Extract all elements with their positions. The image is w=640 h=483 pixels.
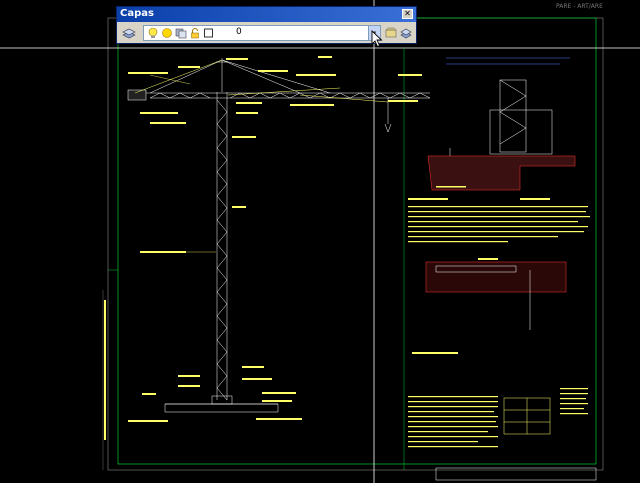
crane-ropes [134, 59, 389, 103]
cad-drawing-canvas[interactable] [0, 0, 640, 483]
layer-states-icon[interactable] [175, 27, 187, 39]
drawing-status-text: PARE - ART/ARE [556, 3, 603, 10]
lock-icon[interactable] [189, 27, 201, 39]
close-button[interactable]: ✕ [402, 9, 413, 19]
color-swatch-icon[interactable] [203, 27, 215, 39]
drawing-frame [0, 0, 640, 483]
layers-toolbar-titlebar[interactable]: Capas ✕ [117, 7, 416, 22]
close-icon: ✕ [404, 9, 411, 18]
layer-dropdown[interactable]: 0 ▾ [143, 25, 381, 41]
light-bulb-icon[interactable] [147, 27, 159, 39]
current-layer-name: 0 [236, 27, 242, 37]
make-current-layer-icon[interactable] [384, 26, 398, 40]
layers-stack-icon[interactable] [122, 26, 136, 40]
notes-text-blocks [408, 186, 590, 448]
freeze-sun-icon[interactable] [161, 27, 173, 39]
previous-layer-icon[interactable] [399, 26, 413, 40]
layers-toolbar-title: Capas [120, 8, 154, 19]
tower-crane-drawing [127, 58, 431, 413]
mouse-pointer-icon [371, 30, 383, 48]
